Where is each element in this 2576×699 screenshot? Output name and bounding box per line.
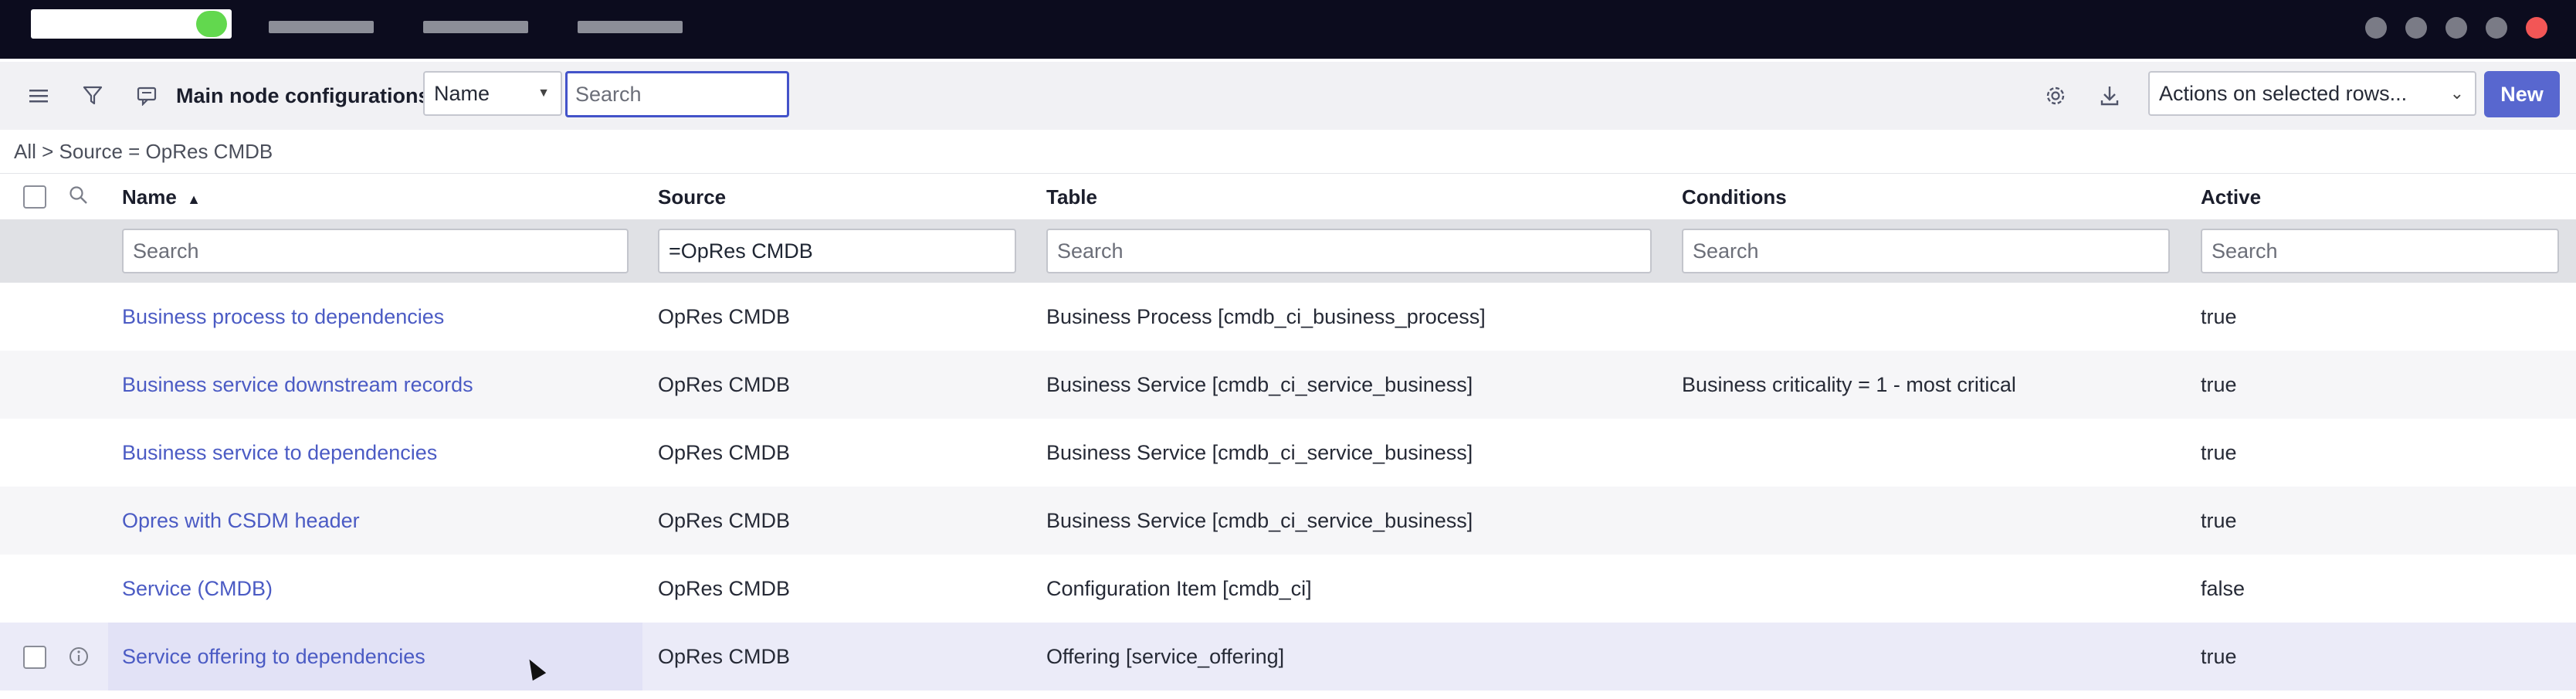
info-icon[interactable] [68, 646, 90, 671]
row-table: Offering [service_offering] [1046, 645, 1285, 668]
row-active: true [2201, 441, 2237, 464]
row-active: false [2201, 577, 2246, 600]
chevron-down-icon: ⌄ [2449, 83, 2464, 103]
row-source: OpRes CMDB [658, 441, 791, 464]
column-header-source[interactable]: Source [658, 174, 726, 220]
row-name-link[interactable]: Business service to dependencies [122, 419, 437, 487]
row-conditions: Business criticality = 1 - most critical [1682, 373, 2016, 396]
column-header-table[interactable]: Table [1046, 174, 1097, 220]
column-header-name-label: Name [122, 185, 177, 209]
row-name-link[interactable]: Business service downstream records [122, 351, 473, 419]
row-name-link[interactable]: Opres with CSDM header [122, 487, 360, 555]
sort-ascending-icon: ▲ [187, 192, 201, 207]
download-icon[interactable] [2093, 79, 2127, 113]
row-source: OpRes CMDB [658, 645, 791, 668]
header-control-3[interactable] [2446, 17, 2467, 39]
table-row[interactable]: Business process to dependencies OpRes C… [0, 283, 2576, 351]
actions-select-value: Actions on selected rows... [2159, 82, 2408, 105]
close-icon[interactable] [2526, 17, 2547, 39]
nav-menu-item-3[interactable] [578, 21, 683, 33]
row-name-link[interactable]: Service (CMDB) [122, 555, 273, 623]
status-indicator-icon [196, 11, 227, 37]
row-table: Business Process [cmdb_ci_business_proce… [1046, 305, 1486, 328]
row-name-link[interactable]: Business process to dependencies [122, 283, 444, 351]
column-header-active[interactable]: Active [2201, 174, 2261, 220]
table-row[interactable]: Service (CMDB) OpRes CMDB Configuration … [0, 555, 2576, 623]
list-search-input[interactable]: Search [565, 71, 789, 117]
row-name-link[interactable]: Service offering to dependencies [122, 623, 425, 691]
top-nav-bar [0, 0, 2576, 59]
row-active: true [2201, 373, 2237, 396]
table-row[interactable]: Business service downstream records OpRe… [0, 351, 2576, 419]
filter-name-input[interactable]: Search [122, 229, 629, 273]
table-row[interactable]: Business service to dependencies OpRes C… [0, 419, 2576, 487]
list-title: Main node configurations [176, 84, 430, 107]
nav-menu-item-1[interactable] [269, 21, 374, 33]
filter-conditions-input[interactable]: Search [1682, 229, 2170, 273]
funnel-icon[interactable] [76, 79, 110, 113]
row-source: OpRes CMDB [658, 509, 791, 532]
nav-menu-item-2[interactable] [423, 21, 528, 33]
select-all-checkbox[interactable] [23, 185, 46, 209]
column-header-name[interactable]: Name ▲ [122, 174, 201, 220]
row-table: Business Service [cmdb_ci_service_busine… [1046, 373, 1473, 396]
row-source: OpRes CMDB [658, 305, 791, 328]
caret-down-icon: ▼ [537, 87, 550, 100]
search-field-select-value: Name [434, 82, 490, 105]
table-row[interactable]: Opres with CSDM header OpRes CMDB Busine… [0, 487, 2576, 555]
table-header-row: Name ▲ Source Table Conditions Active [0, 173, 2576, 220]
row-active: true [2201, 645, 2237, 668]
filter-source-input[interactable]: =OpRes CMDB [658, 229, 1016, 273]
row-active: true [2201, 305, 2237, 328]
row-table: Configuration Item [cmdb_ci] [1046, 577, 1312, 600]
row-active: true [2201, 509, 2237, 532]
actions-select[interactable]: Actions on selected rows... ⌄ [2148, 71, 2476, 116]
list-search-placeholder: Search [575, 83, 642, 106]
breadcrumb[interactable]: All > Source = OpRes CMDB [14, 137, 273, 165]
column-filter-row: Search =OpRes CMDB Search Search Search [0, 219, 2576, 283]
row-source: OpRes CMDB [658, 577, 791, 600]
new-button[interactable]: New [2484, 71, 2560, 117]
message-icon[interactable] [130, 79, 164, 113]
row-table: Business Service [cmdb_ci_service_busine… [1046, 441, 1473, 464]
row-source: OpRes CMDB [658, 373, 791, 396]
filter-active-input[interactable]: Search [2201, 229, 2559, 273]
header-control-2[interactable] [2405, 17, 2427, 39]
row-table: Business Service [cmdb_ci_service_busine… [1046, 509, 1473, 532]
column-header-conditions[interactable]: Conditions [1682, 174, 1787, 220]
row-select-checkbox[interactable] [23, 646, 46, 669]
gear-icon[interactable] [2039, 79, 2073, 113]
search-field-select[interactable]: Name ▼ [423, 71, 562, 116]
hamburger-icon[interactable] [22, 79, 56, 113]
search-icon[interactable] [68, 185, 90, 210]
header-control-4[interactable] [2486, 17, 2507, 39]
header-control-1[interactable] [2365, 17, 2387, 39]
filter-table-input[interactable]: Search [1046, 229, 1652, 273]
table-row-hovered[interactable]: Service offering to dependencies OpRes C… [0, 623, 2576, 691]
